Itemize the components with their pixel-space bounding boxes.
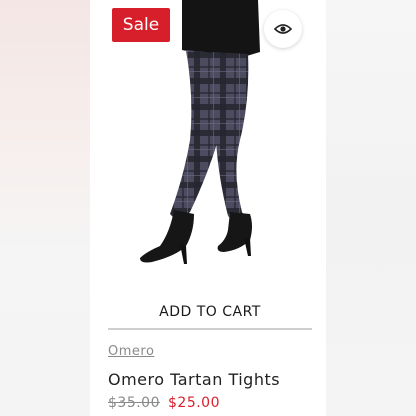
brand-link[interactable]: Omero	[108, 344, 154, 359]
eye-icon	[274, 24, 292, 34]
quick-view-button[interactable]	[264, 10, 302, 48]
price-row: $35.00 $25.00	[108, 395, 220, 411]
sale-price: $25.00	[168, 395, 220, 411]
background-right	[326, 0, 416, 416]
sale-badge: Sale	[112, 8, 170, 42]
original-price: $35.00	[108, 395, 160, 411]
product-title[interactable]: Omero Tartan Tights	[108, 370, 280, 389]
background-left	[0, 0, 90, 416]
add-to-cart-button[interactable]: ADD TO CART	[108, 296, 312, 330]
product-card[interactable]: Sale ADD TO CART Omero Omero Tartan Tigh…	[90, 0, 326, 416]
